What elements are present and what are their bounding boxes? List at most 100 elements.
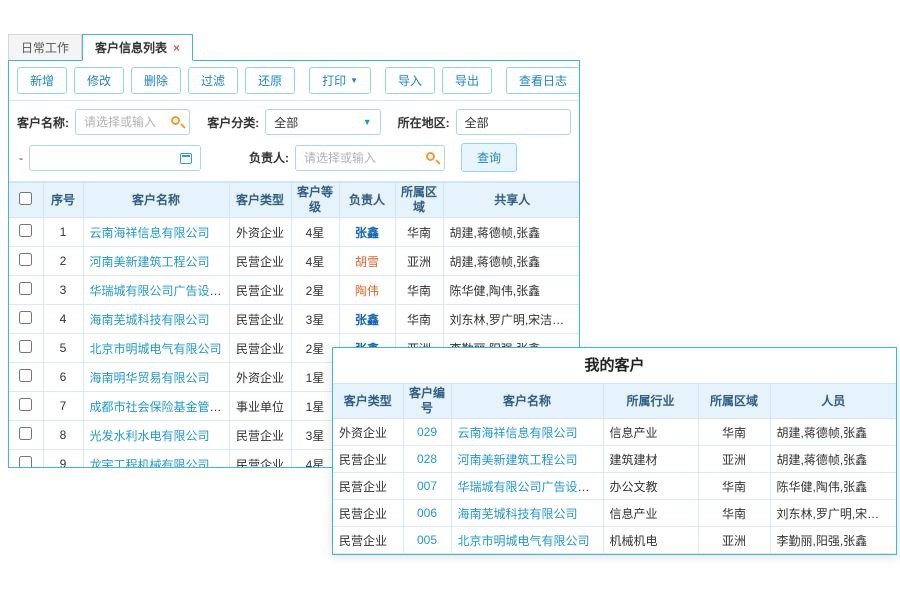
owner-link[interactable]: 张鑫 [355,313,379,327]
date-field[interactable] [29,145,201,171]
customer-name-link[interactable]: 云南海祥信息有限公司 [90,226,210,240]
col-header-number: 客户编号 [403,384,451,419]
table-header-row: 客户类型 客户编号 客户名称 所属行业 所属区域 人员 [333,384,896,419]
customer-number-cell: 028 [403,446,451,473]
people-cell: 胡建,蒋德帧,张鑫 [770,446,896,473]
customer-number-cell: 007 [403,473,451,500]
customer-name-link[interactable]: 龙宇工程机械有限公司 [90,458,210,469]
industry-cell: 信息产业 [603,500,698,527]
customer-type-cell: 民营企业 [229,305,291,334]
row-checkbox[interactable] [19,224,32,237]
tab-customer-list[interactable]: 客户信息列表 × [82,34,193,61]
customer-name-link[interactable]: 北京市明城电气有限公司 [458,534,590,548]
toolbar: 新增 修改 删除 过滤 还原 打印 ▼ 导入 导出 查看日志 [9,61,579,101]
customer-level-cell: 2星 [291,276,339,305]
row-number: 2 [43,247,83,276]
owner-cell: 陶伟 [339,276,395,305]
date-input[interactable] [30,146,200,170]
row-checkbox[interactable] [19,456,32,468]
tab-bar: 日常工作 客户信息列表 × [8,36,580,60]
customer-name-link[interactable]: 河南美新建筑工程公司 [90,255,210,269]
table-row: 外资企业 029 云南海祥信息有限公司 信息产业 华南 胡建,蒋德帧,张鑫 [333,419,896,446]
customer-number-link[interactable]: 006 [417,506,437,520]
customer-name-link[interactable]: 河南美新建筑工程公司 [458,453,578,467]
people-cell: 李勤丽,阳强,张鑫 [770,527,896,554]
edit-button[interactable]: 修改 [74,67,124,94]
customer-name-cell: 北京市明城电气有限公司 [83,334,229,363]
table-row: 2 河南美新建筑工程公司 民营企业 4星 胡雪 亚洲 胡建,蒋德帧,张鑫 [9,247,580,276]
customer-type-cell: 民营企业 [229,334,291,363]
chevron-down-icon: ▼ [350,76,358,85]
row-checkbox[interactable] [19,369,32,382]
industry-cell: 信息产业 [603,419,698,446]
customer-name-link[interactable]: 云南海祥信息有限公司 [458,426,578,440]
query-button[interactable]: 查询 [461,143,517,172]
customer-name-link[interactable]: 成都市社会保险基金管理... [90,400,230,414]
search-icon[interactable] [426,152,435,161]
customer-name-cell: 华瑞城有限公司广告设计部 [451,473,603,500]
view-log-button[interactable]: 查看日志 [506,67,580,94]
close-icon[interactable]: × [173,42,180,54]
customer-number-link[interactable]: 028 [417,452,437,466]
customer-name-cell: 海南芜城科技有限公司 [451,500,603,527]
region-cell: 亚洲 [698,527,770,554]
customer-name-link[interactable]: 海南明华贸易有限公司 [90,371,210,385]
customer-name-link[interactable]: 华瑞城有限公司广告设计部 [458,480,602,494]
restore-button[interactable]: 还原 [245,67,295,94]
calendar-icon[interactable] [180,153,192,164]
filter-button[interactable]: 过滤 [188,67,238,94]
row-checkbox[interactable] [19,427,32,440]
row-checkbox[interactable] [19,398,32,411]
industry-cell: 办公文教 [603,473,698,500]
customer-name-link[interactable]: 光发水利水电有限公司 [90,429,210,443]
customer-number-link[interactable]: 029 [417,425,437,439]
table-row: 1 云南海祥信息有限公司 外资企业 4星 张鑫 华南 胡建,蒋德帧,张鑫 [9,218,580,247]
add-button[interactable]: 新增 [17,67,67,94]
category-select[interactable]: 全部 ▼ [265,109,380,135]
print-button[interactable]: 打印 ▼ [309,67,371,94]
row-checkbox[interactable] [19,253,32,266]
select-all-checkbox[interactable] [19,192,32,205]
row-checkbox-cell [9,334,43,363]
row-number: 5 [43,334,83,363]
customer-number-link[interactable]: 007 [417,479,437,493]
customer-name-link[interactable]: 海南芜城科技有限公司 [90,313,210,327]
row-checkbox-cell [9,247,43,276]
export-button[interactable]: 导出 [442,67,492,94]
owner-link[interactable]: 张鑫 [355,226,379,240]
owner-cell: 胡雪 [339,247,395,276]
tab-daily-work-label: 日常工作 [21,39,69,56]
customer-name-link[interactable]: 华瑞城有限公司广告设计部 [90,284,230,298]
delete-button[interactable]: 删除 [131,67,181,94]
region-label: 所在地区: [398,114,450,131]
row-checkbox[interactable] [19,311,32,324]
category-value: 全部 [266,114,322,131]
customer-name-link[interactable]: 海南芜城科技有限公司 [458,507,578,521]
import-button[interactable]: 导入 [385,67,435,94]
row-checkbox-cell [9,392,43,421]
customer-name-field[interactable] [75,109,190,135]
owner-input[interactable] [296,146,444,170]
my-customers-window: 我的客户 客户类型 客户编号 客户名称 所属行业 所属区域 人员 外资企业 [332,347,897,555]
customer-name-link[interactable]: 北京市明城电气有限公司 [90,342,222,356]
region-select[interactable]: 全部 [456,109,571,135]
owner-link[interactable]: 胡雪 [355,255,379,269]
tab-daily-work[interactable]: 日常工作 [8,34,82,60]
customer-name-cell: 北京市明城电气有限公司 [451,527,603,554]
row-checkbox[interactable] [19,340,32,353]
row-checkbox-cell [9,276,43,305]
region-cell: 华南 [395,218,443,247]
date-range-dash: - [19,151,23,165]
customer-number-cell: 006 [403,500,451,527]
people-cell: 陈华健,陶伟,张鑫 [770,473,896,500]
owner-field[interactable] [295,145,445,171]
desktop: 日常工作 客户信息列表 × 新增 修改 删除 过滤 还原 打印 ▼ 导入 [0,0,900,600]
customer-number-link[interactable]: 005 [417,533,437,547]
owner-link[interactable]: 陶伟 [355,284,379,298]
table-header-row: 序号 客户名称 客户类型 客户等级 负责人 所属区域 共享人 [9,183,580,218]
row-checkbox[interactable] [19,282,32,295]
col-header-name: 客户名称 [451,384,603,419]
region-cell: 华南 [395,276,443,305]
chevron-down-icon[interactable]: ▼ [363,117,372,127]
owner-cell: 张鑫 [339,305,395,334]
